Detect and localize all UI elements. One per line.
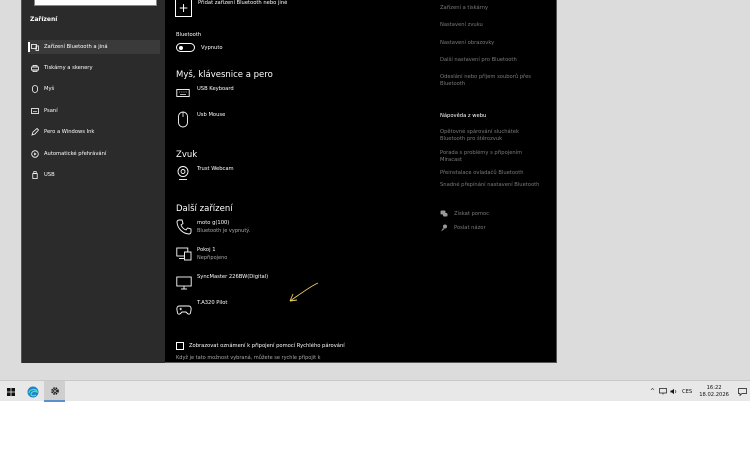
bluetooth-state: Vypnuto bbox=[201, 45, 223, 51]
swift-pair-label: Zobrazovat oznámení k připojení pomocí R… bbox=[189, 343, 345, 349]
sidebar-item-autoplay[interactable]: Automatické přehrávání bbox=[28, 147, 160, 161]
device-name: moto g(100) bbox=[197, 220, 230, 226]
device-item[interactable]: Trust Webcam bbox=[176, 165, 426, 183]
related-link[interactable]: Zařízení a tiskárny bbox=[440, 5, 555, 12]
start-button[interactable] bbox=[0, 381, 21, 402]
printer-icon bbox=[28, 64, 42, 72]
sidebar-item-bluetooth[interactable]: Zařízení Bluetooth a jiná bbox=[28, 40, 160, 54]
device-item[interactable]: Pokoj 1 Nepřipojeno bbox=[176, 246, 426, 266]
usb-icon bbox=[28, 171, 42, 179]
settings-window: Zařízení Zařízení Bluetooth a jiná Tiská… bbox=[21, 0, 557, 363]
swift-pair-checkbox[interactable] bbox=[176, 342, 184, 350]
clock[interactable]: 16:22 18.02.2026 bbox=[699, 385, 729, 398]
keyboard-icon bbox=[28, 108, 42, 114]
phone-icon bbox=[176, 219, 192, 235]
device-item[interactable]: USB Keyboard bbox=[176, 85, 426, 103]
bluetooth-devices-icon bbox=[28, 43, 42, 51]
sidebar-item-typing[interactable]: Psaní bbox=[28, 104, 160, 118]
sidebar-item-label: Psaní bbox=[44, 108, 58, 114]
webcam-icon bbox=[176, 165, 192, 181]
add-device-button[interactable]: + Přidat zařízení Bluetooth nebo jiné bbox=[175, 0, 375, 18]
device-name: T.A320 Pilot bbox=[197, 300, 228, 306]
taskbar-settings-button[interactable] bbox=[44, 381, 65, 402]
related-link[interactable]: Odeslání nebo příjem souborů přes Blueto… bbox=[440, 74, 548, 88]
sidebar-item-pen[interactable]: Pero a Windows Ink bbox=[28, 125, 160, 139]
sidebar-item-label: USB bbox=[44, 172, 55, 178]
taskbar-edge-button[interactable] bbox=[22, 381, 43, 402]
media-device-icon bbox=[176, 246, 192, 262]
related-link[interactable]: Nastavení obrazovky bbox=[440, 40, 555, 47]
sidebar-item-label: Tiskárny a skenery bbox=[44, 65, 93, 71]
autoplay-icon bbox=[28, 150, 42, 158]
system-tray: ^ CES 16:22 18.02.2026 bbox=[650, 381, 747, 402]
gamepad-icon bbox=[176, 301, 192, 317]
pen-icon bbox=[28, 128, 42, 136]
device-name: Usb Mouse bbox=[197, 112, 226, 118]
device-item[interactable]: moto g(100) Bluetooth je vypnutý. bbox=[176, 219, 426, 239]
sidebar-item-label: Zařízení Bluetooth a jiná bbox=[44, 44, 108, 50]
get-help-link[interactable]: Získat pomoc bbox=[440, 210, 540, 220]
sidebar-item-label: Automatické přehrávání bbox=[44, 151, 107, 157]
main-content: + Přidat zařízení Bluetooth nebo jiné Bl… bbox=[165, 0, 558, 363]
browser-icon bbox=[27, 386, 38, 397]
feedback-icon bbox=[441, 224, 447, 232]
device-status: Bluetooth je vypnutý. bbox=[197, 228, 251, 234]
network-icon[interactable] bbox=[659, 388, 667, 395]
device-item[interactable]: Usb Mouse bbox=[176, 111, 426, 129]
notification-icon[interactable] bbox=[738, 387, 747, 396]
device-name: USB Keyboard bbox=[197, 86, 234, 92]
toggle-knob bbox=[179, 45, 183, 50]
bluetooth-toggle[interactable] bbox=[176, 43, 195, 52]
annotation-arrow-icon bbox=[289, 282, 319, 302]
mouse-icon bbox=[28, 85, 42, 93]
sidebar-item-label: Pero a Windows Ink bbox=[44, 129, 95, 135]
bluetooth-label: Bluetooth bbox=[176, 32, 202, 38]
clock-date: 18.02.2026 bbox=[699, 391, 729, 398]
get-help-label: Získat pomoc bbox=[454, 211, 490, 217]
section-heading-other: Další zařízení bbox=[176, 204, 233, 214]
device-status: Nepřipojeno bbox=[197, 255, 228, 261]
search-input[interactable] bbox=[35, 1, 156, 13]
section-heading-audio: Zvuk bbox=[176, 150, 198, 160]
help-link[interactable]: Porada s problémy s připojením Miracast bbox=[440, 150, 540, 164]
related-link[interactable]: Další nastavení pro Bluetooth bbox=[440, 57, 555, 64]
sidebar-item-usb[interactable]: USB bbox=[28, 168, 160, 182]
sidebar-item-mouse[interactable]: Myš bbox=[28, 82, 160, 96]
volume-icon[interactable] bbox=[670, 388, 678, 395]
add-device-label: Přidat zařízení Bluetooth nebo jiné bbox=[198, 0, 288, 6]
sidebar-item-label: Myš bbox=[44, 86, 55, 92]
chevron-up-icon[interactable]: ^ bbox=[650, 388, 655, 395]
plus-icon: + bbox=[175, 0, 192, 17]
swift-pair-description: Když je tato možnost vybraná, můžete se … bbox=[176, 355, 321, 361]
device-name: Pokoj 1 bbox=[197, 247, 216, 253]
help-link[interactable]: Přeinstalace ovladačů Bluetooth bbox=[440, 170, 555, 177]
chat-icon bbox=[440, 210, 448, 217]
feedback-label: Poslat názor bbox=[454, 225, 486, 231]
windows-icon bbox=[6, 387, 15, 396]
language-indicator[interactable]: CES bbox=[682, 389, 692, 395]
help-link[interactable]: Snadné přepínání nastavení Bluetooth bbox=[440, 182, 555, 189]
sidebar-item-printers[interactable]: Tiskárny a skenery bbox=[28, 61, 160, 75]
section-heading-input: Myš, klávesnice a pero bbox=[176, 70, 273, 80]
device-name: SyncMaster 226BW(Digital) bbox=[197, 274, 269, 280]
gear-icon bbox=[50, 386, 59, 395]
help-heading: Nápověda z webu bbox=[440, 113, 487, 119]
keyboard-icon bbox=[176, 85, 192, 101]
search-box[interactable] bbox=[34, 0, 157, 13]
monitor-icon bbox=[176, 275, 192, 291]
taskbar: ^ CES 16:22 18.02.2026 bbox=[0, 380, 750, 402]
sidebar-heading: Zařízení bbox=[30, 16, 58, 23]
device-name: Trust Webcam bbox=[197, 166, 234, 172]
related-link[interactable]: Nastavení zvuku bbox=[440, 22, 555, 29]
mouse-icon bbox=[176, 111, 192, 128]
help-link[interactable]: Opětovné spárování sluchátek Bluetooth p… bbox=[440, 129, 540, 143]
feedback-link[interactable]: Poslat názor bbox=[440, 224, 540, 234]
sidebar: Zařízení Zařízení Bluetooth a jiná Tiská… bbox=[22, 0, 165, 363]
